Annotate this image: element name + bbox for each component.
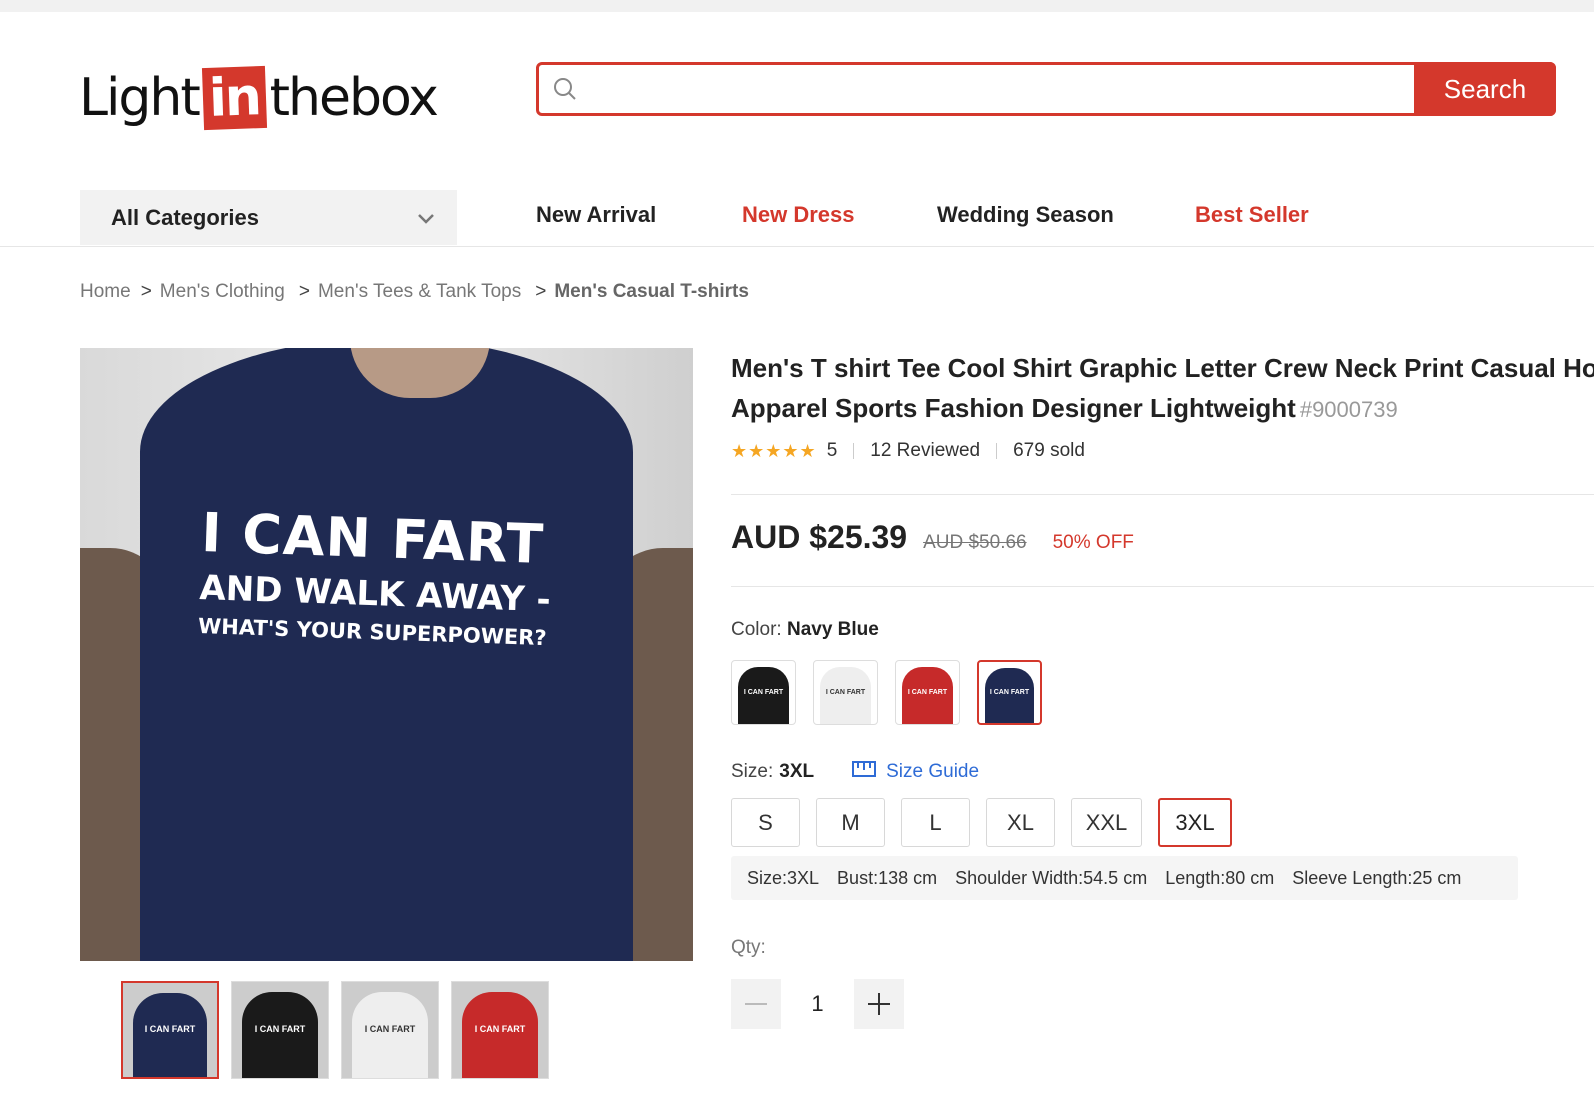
thumbnail-navy[interactable]: I CAN FART bbox=[121, 981, 219, 1079]
color-label-text: Color: bbox=[731, 619, 782, 640]
size-label: Size: 3XL Size Guide bbox=[731, 761, 979, 783]
swatch-print-text: I CAN FART bbox=[989, 688, 1030, 696]
color-swatches: I CAN FART I CAN FART I CAN FART I CAN F… bbox=[731, 660, 1042, 725]
thumbnail-red[interactable]: I CAN FART bbox=[451, 981, 549, 1079]
breadcrumb-separator: > bbox=[140, 281, 152, 302]
breadcrumb-current: Men's Casual T-shirts bbox=[554, 281, 749, 302]
nav-new-dress[interactable]: New Dress bbox=[742, 202, 855, 228]
size-detail: Shoulder Width:54.5 cm bbox=[955, 867, 1148, 888]
breadcrumb: Home > Men's Clothing > Men's Tees & Tan… bbox=[80, 281, 749, 303]
nav-new-arrival[interactable]: New Arrival bbox=[536, 202, 656, 228]
search-input[interactable] bbox=[591, 65, 1414, 113]
divider bbox=[731, 494, 1594, 495]
selected-size: 3XL bbox=[779, 761, 815, 782]
divider bbox=[853, 443, 855, 459]
thumbnail-black[interactable]: I CAN FART bbox=[231, 981, 329, 1079]
swatch-black[interactable]: I CAN FART bbox=[731, 660, 796, 725]
swatch-navy-blue[interactable]: I CAN FART bbox=[977, 660, 1042, 725]
reviews-link[interactable]: 12 Reviewed bbox=[870, 440, 980, 462]
shirt-print: I CAN FART AND WALK AWAY - WHAT'S YOUR S… bbox=[198, 501, 603, 652]
thumbnail-shirt bbox=[462, 992, 538, 1078]
breadcrumb-mens-clothing[interactable]: Men's Clothing bbox=[160, 281, 285, 303]
logo-text-in: in bbox=[201, 65, 267, 131]
size-option-m[interactable]: M bbox=[816, 798, 885, 847]
breadcrumb-home[interactable]: Home bbox=[80, 281, 131, 303]
color-label: Color: Navy Blue bbox=[731, 619, 879, 641]
product-title-line2: Apparel Sports Fashion Designer Lightwei… bbox=[731, 393, 1296, 423]
quantity-stepper: 1 bbox=[731, 979, 904, 1029]
product-title-line1: Men's T shirt Tee Cool Shirt Graphic Let… bbox=[731, 353, 1594, 383]
size-options: S M L XL XXL 3XL bbox=[731, 798, 1232, 847]
swatch-white[interactable]: I CAN FART bbox=[813, 660, 878, 725]
search-bar: Search bbox=[536, 62, 1556, 116]
shirt-shape bbox=[140, 348, 633, 961]
star-rating-icon: ★★★★★ bbox=[731, 440, 817, 461]
divider bbox=[996, 443, 998, 459]
thumbnail-print-text: I CAN FART bbox=[254, 1024, 306, 1035]
size-guide-label: Size Guide bbox=[886, 761, 980, 782]
rating-row: ★★★★★ 5 12 Reviewed 679 sold bbox=[731, 440, 1085, 462]
nav-wedding-season[interactable]: Wedding Season bbox=[937, 202, 1114, 228]
search-icon bbox=[539, 65, 591, 113]
search-button[interactable]: Search bbox=[1414, 62, 1556, 116]
swatch-print-text: I CAN FART bbox=[825, 688, 866, 696]
product-title: Men's T shirt Tee Cool Shirt Graphic Let… bbox=[731, 348, 1594, 430]
qty-increase-button[interactable] bbox=[854, 979, 904, 1029]
main-product-image[interactable]: I CAN FART AND WALK AWAY - WHAT'S YOUR S… bbox=[80, 348, 693, 961]
size-detail: Length:80 cm bbox=[1165, 867, 1275, 888]
thumbnail-shirt bbox=[352, 992, 428, 1078]
size-option-l[interactable]: L bbox=[901, 798, 970, 847]
discount-badge: 50% OFF bbox=[1052, 532, 1134, 553]
minus-icon bbox=[745, 1003, 767, 1005]
size-detail: Size:3XL bbox=[747, 867, 820, 888]
price-row: AUD $25.39 AUD $50.66 50% OFF bbox=[731, 519, 1134, 556]
selected-color: Navy Blue bbox=[786, 619, 879, 640]
qty-label: Qty: bbox=[731, 937, 766, 958]
plus-icon bbox=[868, 993, 890, 1015]
logo-text-thebox: thebox bbox=[269, 68, 439, 128]
qty-decrease-button[interactable] bbox=[731, 979, 781, 1029]
thumbnail-print-text: I CAN FART bbox=[364, 1024, 416, 1035]
size-option-3xl[interactable]: 3XL bbox=[1158, 798, 1232, 847]
current-price: AUD $25.39 bbox=[731, 519, 908, 555]
nav-best-seller[interactable]: Best Seller bbox=[1195, 202, 1309, 228]
print-line-2: AND WALK AWAY - bbox=[198, 568, 552, 621]
size-option-s[interactable]: S bbox=[731, 798, 800, 847]
thumbnail-shirt bbox=[133, 993, 207, 1077]
size-label-text: Size: bbox=[731, 761, 774, 782]
original-price: AUD $50.66 bbox=[923, 532, 1027, 553]
top-strip bbox=[0, 0, 1594, 12]
rating-value: 5 bbox=[826, 440, 838, 461]
product-sku: #9000739 bbox=[1299, 397, 1398, 422]
divider bbox=[731, 586, 1594, 587]
site-logo[interactable]: Light in thebox bbox=[79, 62, 439, 134]
nav-divider bbox=[0, 246, 1594, 247]
size-details: Size:3XL Bust:138 cm Shoulder Width:54.5… bbox=[731, 856, 1518, 900]
size-option-xl[interactable]: XL bbox=[986, 798, 1055, 847]
size-detail: Sleeve Length:25 cm bbox=[1292, 867, 1462, 888]
all-categories-label: All Categories bbox=[111, 204, 259, 230]
swatch-print-text: I CAN FART bbox=[907, 688, 948, 696]
breadcrumb-separator: > bbox=[535, 281, 547, 302]
logo-text-light: Light bbox=[79, 68, 201, 128]
thumbnail-print-text: I CAN FART bbox=[474, 1024, 526, 1035]
print-line-1: I CAN FART bbox=[200, 501, 546, 576]
swatch-print-text: I CAN FART bbox=[743, 688, 784, 696]
sold-count: 679 sold bbox=[1013, 440, 1085, 461]
thumbnail-strip: I CAN FART I CAN FART I CAN FART I CAN F… bbox=[121, 981, 549, 1079]
size-detail: Bust:138 cm bbox=[837, 867, 938, 888]
size-guide-link[interactable]: Size Guide bbox=[852, 761, 979, 783]
breadcrumb-tees-tanks[interactable]: Men's Tees & Tank Tops bbox=[318, 281, 521, 303]
ruler-icon bbox=[852, 761, 877, 783]
qty-value[interactable]: 1 bbox=[781, 991, 854, 1017]
chevron-down-icon bbox=[417, 205, 435, 231]
swatch-red[interactable]: I CAN FART bbox=[895, 660, 960, 725]
all-categories-dropdown[interactable]: All Categories bbox=[80, 190, 457, 245]
thumbnail-white[interactable]: I CAN FART bbox=[341, 981, 439, 1079]
thumbnail-print-text: I CAN FART bbox=[144, 1024, 196, 1035]
thumbnail-shirt bbox=[242, 992, 318, 1078]
size-option-xxl[interactable]: XXL bbox=[1071, 798, 1142, 847]
breadcrumb-separator: > bbox=[298, 281, 310, 302]
